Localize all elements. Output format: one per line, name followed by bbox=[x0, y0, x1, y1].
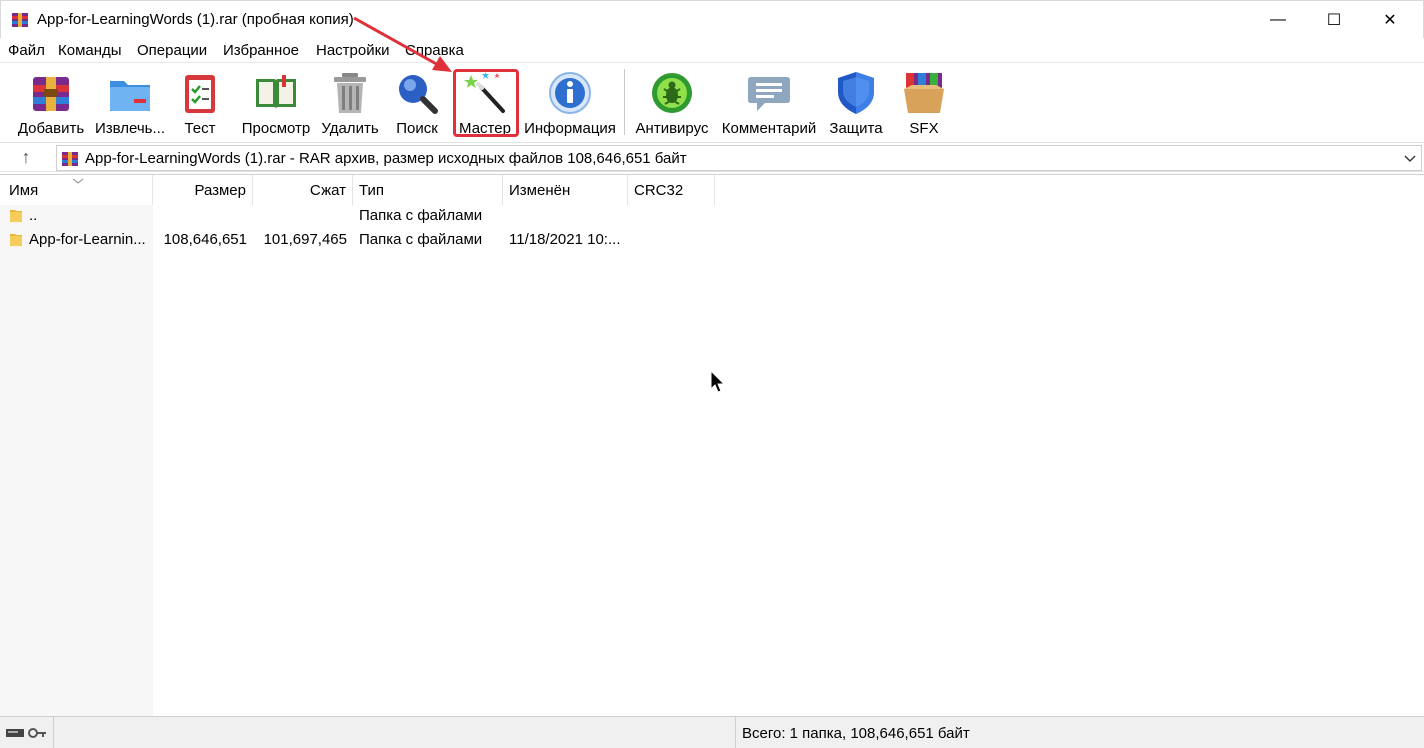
find-label: Поиск bbox=[396, 120, 438, 137]
row-name: App-for-Learnin... bbox=[29, 231, 146, 248]
search-magnifier-icon bbox=[399, 75, 438, 114]
close-button[interactable]: ✕ bbox=[1367, 1, 1413, 39]
add-archive-icon bbox=[33, 77, 69, 111]
table-row[interactable]: App-for-Learnin... 108,646,651 101,697,4… bbox=[0, 227, 1424, 251]
view-label: Просмотр bbox=[241, 120, 311, 137]
column-header-packed-label: Сжат bbox=[309, 182, 346, 199]
menu-file[interactable]: Файл bbox=[8, 42, 45, 59]
row-type: Папка с файлами bbox=[359, 207, 483, 224]
column-header-size-label: Размер bbox=[194, 182, 246, 199]
menu-operations[interactable]: Операции bbox=[137, 42, 207, 59]
column-header-type[interactable]: Тип bbox=[353, 175, 503, 205]
window-title: App-for-LearningWords (1).rar (пробная к… bbox=[37, 11, 354, 28]
delete-button[interactable]: Удалить bbox=[318, 65, 382, 139]
column-header-crc-label: CRC32 bbox=[634, 182, 684, 199]
drive-key-icon bbox=[6, 728, 46, 738]
info-icon bbox=[549, 72, 591, 114]
folder-icon bbox=[10, 210, 22, 222]
extract-label: Извлечь... bbox=[94, 120, 165, 137]
row-modified: 11/18/2021 10:... bbox=[509, 231, 621, 248]
menu-settings[interactable]: Настройки bbox=[316, 42, 390, 59]
view-book-icon bbox=[256, 75, 296, 109]
row-name: .. bbox=[29, 207, 38, 224]
column-header-size[interactable]: Размер bbox=[153, 175, 253, 205]
trash-icon bbox=[334, 73, 366, 113]
rar-file-icon bbox=[62, 152, 78, 166]
column-header-modified[interactable]: Изменён bbox=[503, 175, 628, 205]
column-header-crc[interactable]: CRC32 bbox=[628, 175, 715, 205]
chevron-down-icon[interactable] bbox=[1403, 148, 1417, 168]
status-summary: Всего: 1 папка, 108,646,651 байт bbox=[742, 725, 970, 742]
row-packed: 101,697,465 bbox=[263, 231, 347, 248]
antivirus-bug-icon bbox=[652, 73, 692, 113]
toolbar: Добавить Извлечь... Тест Просмотр Удалит… bbox=[0, 62, 1424, 142]
name-column-background bbox=[0, 205, 153, 717]
info-button[interactable]: Информация bbox=[522, 65, 618, 139]
column-header-name-label: Имя bbox=[9, 182, 39, 199]
comment-label: Комментарий bbox=[721, 120, 817, 137]
test-clipboard-icon bbox=[185, 75, 215, 113]
protect-button[interactable]: Защита bbox=[826, 65, 886, 139]
column-header-packed[interactable]: Сжат bbox=[253, 175, 353, 205]
address-field[interactable]: App-for-LearningWords (1).rar - RAR архи… bbox=[56, 145, 1422, 171]
comment-bubble-icon bbox=[748, 77, 790, 111]
minimize-button[interactable]: — bbox=[1255, 1, 1301, 39]
toolbar-separator bbox=[624, 69, 625, 135]
status-icons bbox=[0, 717, 54, 748]
protect-label: Защита bbox=[829, 120, 883, 137]
menu-commands[interactable]: Команды bbox=[58, 42, 122, 59]
wizard-highlight-box bbox=[453, 69, 519, 137]
file-list: Имя Размер Сжат Тип Изменён CRC32 .. Пап… bbox=[0, 174, 1424, 717]
winrar-app-icon bbox=[12, 13, 28, 27]
antivirus-button[interactable]: Антивирус bbox=[634, 65, 710, 139]
sfx-label: SFX bbox=[909, 120, 939, 137]
add-label: Добавить bbox=[17, 120, 85, 137]
view-button[interactable]: Просмотр bbox=[238, 65, 314, 139]
maximize-button[interactable]: ☐ bbox=[1311, 1, 1357, 39]
address-text: App-for-LearningWords (1).rar - RAR архи… bbox=[85, 150, 687, 167]
column-header-type-label: Тип bbox=[359, 182, 385, 199]
test-label: Тест bbox=[184, 120, 216, 137]
column-header-modified-label: Изменён bbox=[509, 182, 571, 199]
find-button[interactable]: Поиск bbox=[388, 65, 446, 139]
sort-indicator-icon bbox=[72, 178, 84, 184]
status-bar: Всего: 1 папка, 108,646,651 байт bbox=[0, 716, 1424, 748]
status-middle-panel bbox=[54, 717, 736, 748]
shield-icon bbox=[838, 72, 874, 114]
mouse-cursor-icon bbox=[710, 370, 726, 393]
extract-folder-icon bbox=[110, 81, 150, 111]
test-button[interactable]: Тест bbox=[172, 65, 228, 139]
info-label: Информация bbox=[524, 120, 616, 137]
row-type: Папка с файлами bbox=[359, 231, 483, 248]
add-button[interactable]: Добавить bbox=[12, 65, 90, 139]
delete-label: Удалить bbox=[321, 120, 379, 137]
menu-help[interactable]: Справка bbox=[405, 42, 464, 59]
table-row[interactable]: .. Папка с файлами bbox=[0, 203, 1424, 227]
address-bar: ↑ App-for-LearningWords (1).rar - RAR ар… bbox=[0, 142, 1424, 172]
sfx-box-icon bbox=[904, 73, 944, 113]
comment-button[interactable]: Комментарий bbox=[718, 65, 820, 139]
sfx-button[interactable]: SFX bbox=[894, 65, 954, 139]
title-bar: App-for-LearningWords (1).rar (пробная к… bbox=[0, 0, 1424, 38]
antivirus-label: Антивирус bbox=[635, 120, 709, 137]
column-header-name[interactable]: Имя bbox=[0, 175, 153, 205]
up-folder-button[interactable]: ↑ bbox=[14, 147, 38, 169]
row-size: 108,646,651 bbox=[163, 231, 247, 248]
menu-favorites[interactable]: Избранное bbox=[223, 42, 299, 59]
folder-icon bbox=[10, 234, 22, 246]
extract-button[interactable]: Извлечь... bbox=[94, 65, 166, 139]
menu-bar: Файл Команды Операции Избранное Настройк… bbox=[0, 38, 1424, 62]
